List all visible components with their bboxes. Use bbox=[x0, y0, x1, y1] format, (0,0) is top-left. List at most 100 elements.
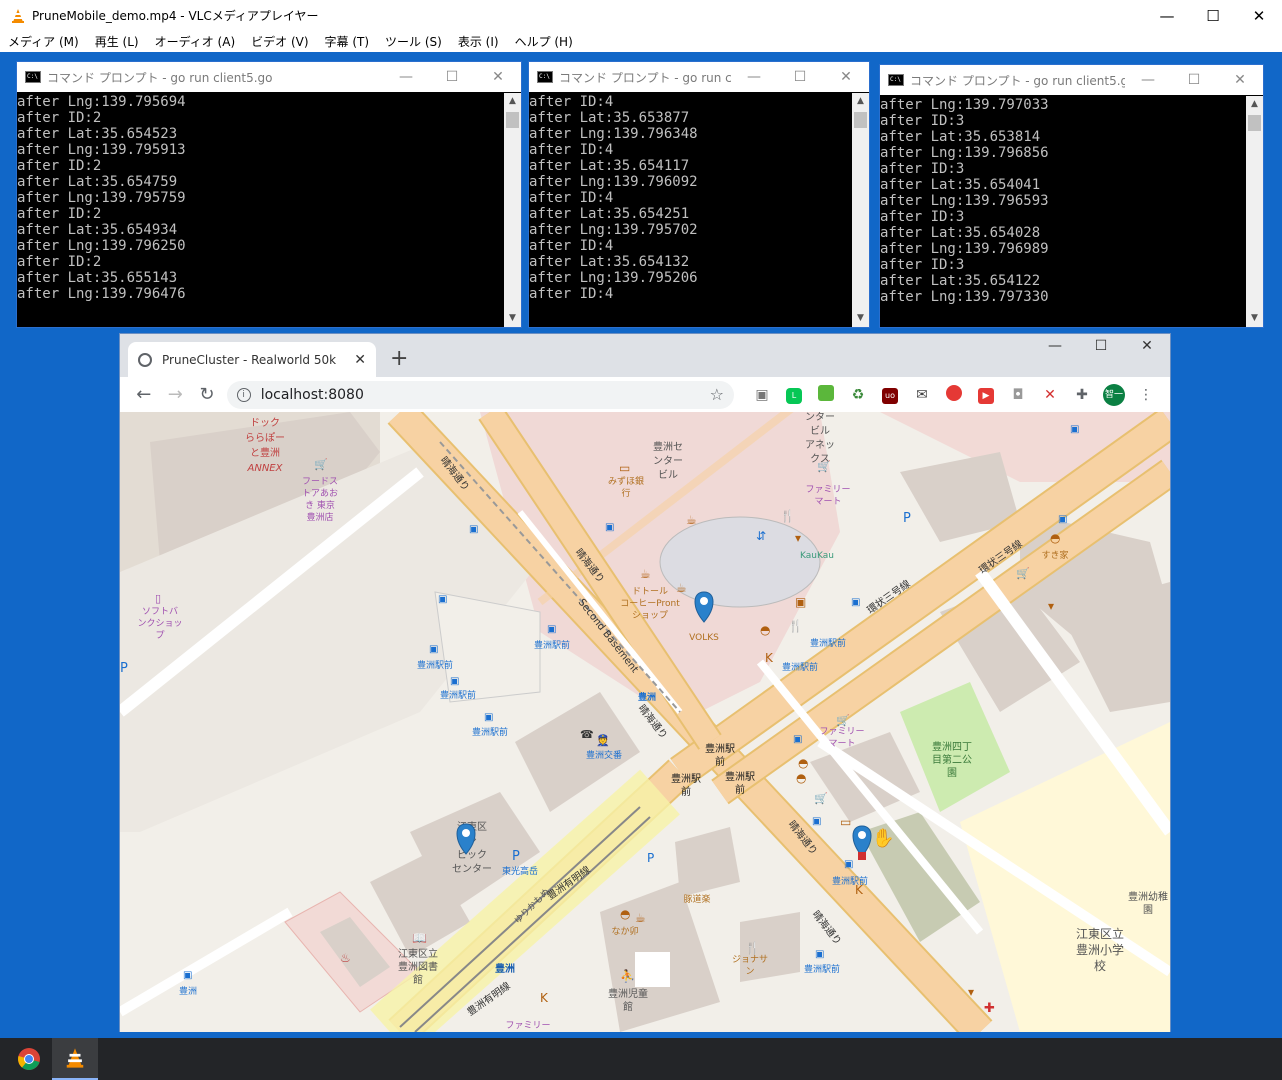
close-icon[interactable]: ✕ bbox=[1217, 72, 1263, 88]
fire-station-icon: ♨ bbox=[340, 951, 351, 965]
menu-help[interactable]: ヘルプ (H) bbox=[515, 33, 573, 50]
parking-icon[interactable]: P bbox=[512, 849, 520, 864]
url-text[interactable]: localhost:8080 bbox=[261, 387, 710, 403]
bus-stop-icon[interactable]: ▣ bbox=[851, 597, 860, 608]
console-output: after Lng:139.797033 after ID:3 after La… bbox=[880, 97, 1049, 305]
menu-playback[interactable]: 再生 (L) bbox=[95, 33, 139, 50]
fastfood-icon: ◓ bbox=[796, 771, 806, 785]
map-view[interactable]: ドックららぽーと豊洲 ANNEX フードストアあおき 東京豊洲店 ソフトバンクショ… bbox=[120, 412, 1170, 1032]
mail-icon[interactable]: ✉ bbox=[906, 387, 938, 403]
maximize-icon[interactable]: ☐ bbox=[1190, 2, 1236, 30]
cast-icon[interactable]: ▣ bbox=[746, 387, 778, 403]
parking-icon[interactable]: P bbox=[647, 851, 654, 865]
bus-stop-icon[interactable]: ▣ bbox=[815, 949, 824, 960]
elevator-icon[interactable]: ⇵ bbox=[756, 529, 766, 543]
menu-media[interactable]: メディア (M) bbox=[8, 33, 79, 50]
menu-tools[interactable]: ツール (S) bbox=[385, 33, 442, 50]
maximize-icon[interactable]: ☐ bbox=[1171, 72, 1217, 88]
vlc-window-title: PruneMobile_demo.mp4 - VLCメディアプレイヤー bbox=[32, 9, 319, 23]
bus-stop-icon[interactable]: ▣ bbox=[812, 816, 821, 827]
parking-icon[interactable]: P bbox=[120, 661, 128, 676]
shopping-cart-icon: 🛒 bbox=[314, 458, 328, 471]
label-bus-stop-1: 豊洲駅前 bbox=[534, 639, 570, 651]
puzzle-icon[interactable]: ✚ bbox=[1066, 387, 1098, 403]
bus-stop-icon[interactable]: ▣ bbox=[547, 624, 556, 635]
camera-icon[interactable]: ◘ bbox=[1002, 387, 1034, 403]
reload-icon[interactable]: ↻ bbox=[191, 384, 223, 405]
bus-stop-icon[interactable]: ▣ bbox=[844, 859, 853, 870]
cafe-icon: ☕ bbox=[635, 911, 646, 925]
minimize-icon[interactable]: — bbox=[1144, 2, 1190, 30]
scrollbar[interactable]: ▲ ▼ bbox=[1246, 96, 1263, 327]
restaurant-icon: 🍴 bbox=[788, 619, 803, 633]
sync-icon[interactable] bbox=[938, 384, 970, 405]
bank-icon: ▭ bbox=[619, 461, 630, 475]
bus-stop-icon[interactable]: ▣ bbox=[450, 676, 459, 687]
bookmark-star-icon[interactable]: ☆ bbox=[710, 385, 724, 404]
x-extension-icon[interactable]: ✕ bbox=[1034, 387, 1066, 403]
bus-stop-icon[interactable]: ▣ bbox=[438, 594, 447, 605]
browser-window: PruneCluster - Realworld 50k ✕ + — ☐ ✕ ←… bbox=[119, 333, 1171, 1032]
menu-view[interactable]: 表示 (I) bbox=[458, 33, 499, 50]
chrome-icon bbox=[18, 1048, 40, 1070]
bus-stop-icon[interactable]: ▣ bbox=[484, 712, 493, 723]
back-arrow-icon[interactable]: ← bbox=[128, 384, 160, 405]
minimize-icon[interactable]: — bbox=[731, 69, 777, 85]
maximize-icon[interactable]: ☐ bbox=[429, 69, 475, 85]
shopping-cart-icon: 🛒 bbox=[814, 792, 828, 805]
minimize-icon[interactable]: — bbox=[1032, 338, 1078, 354]
label-bus-stop-6: 豊洲駅前 bbox=[782, 661, 818, 673]
bus-stop-icon[interactable]: ▣ bbox=[793, 734, 802, 745]
line-icon[interactable]: L bbox=[778, 386, 810, 404]
cinema-icon: ▭ bbox=[840, 815, 851, 829]
avatar[interactable]: 智一 bbox=[1098, 383, 1130, 406]
close-icon[interactable]: ✕ bbox=[1124, 338, 1170, 354]
police-icon: 👮 bbox=[596, 733, 610, 747]
bus-stop-icon[interactable]: ▣ bbox=[429, 644, 438, 655]
hospital-icon: ✚ bbox=[984, 1001, 995, 1016]
restaurant-icon: 🍴 bbox=[780, 509, 795, 523]
recycle-icon[interactable]: ♻ bbox=[842, 387, 874, 403]
vlc-cone-icon bbox=[66, 1048, 84, 1068]
restaurant-icon: 🍴 bbox=[745, 941, 760, 955]
map-canvas[interactable]: ドックららぽーと豊洲 ANNEX フードストアあおき 東京豊洲店 ソフトバンクショ… bbox=[120, 412, 1170, 1032]
close-icon[interactable]: ✕ bbox=[1236, 2, 1282, 30]
chrome-taskbar-button[interactable] bbox=[6, 1038, 52, 1080]
forward-arrow-icon[interactable]: → bbox=[160, 384, 192, 405]
maximize-icon[interactable]: ☐ bbox=[1078, 338, 1124, 354]
close-icon[interactable]: ✕ bbox=[823, 69, 869, 85]
bus-stop-icon[interactable]: ▣ bbox=[469, 524, 478, 535]
ublock-icon[interactable]: uo bbox=[874, 386, 906, 404]
tab-strip: PruneCluster - Realworld 50k ✕ + — ☐ ✕ bbox=[120, 334, 1170, 377]
maximize-icon[interactable]: ☐ bbox=[777, 69, 823, 85]
shopping-cart-icon: 🛒 bbox=[817, 460, 831, 473]
info-icon[interactable]: i bbox=[236, 387, 251, 402]
label-bus-stop-5: 豊洲駅前 bbox=[810, 637, 846, 649]
phone-booth-icon: ☎ bbox=[580, 728, 594, 741]
minimize-icon[interactable]: — bbox=[383, 69, 429, 85]
bus-stop-icon[interactable]: ▣ bbox=[1058, 514, 1067, 525]
label-volks: VOLKS bbox=[689, 633, 719, 643]
bus-stop-icon[interactable]: ▣ bbox=[605, 522, 614, 533]
address-bar[interactable]: i localhost:8080 ☆ bbox=[226, 380, 734, 409]
parking-icon[interactable]: P bbox=[903, 511, 911, 526]
console-window-1: コマンド プロンプト - go run client5.go —☐✕ after … bbox=[16, 61, 522, 328]
close-icon[interactable]: ✕ bbox=[475, 69, 521, 85]
scrollbar[interactable]: ▲ ▼ bbox=[852, 93, 869, 327]
bus-stop-icon[interactable]: ▣ bbox=[183, 970, 192, 981]
menu-video[interactable]: ビデオ (V) bbox=[251, 33, 308, 50]
bus-stop-icon[interactable]: ▣ bbox=[1070, 424, 1079, 435]
scrollbar[interactable]: ▲ ▼ bbox=[504, 93, 521, 327]
menu-subtitle[interactable]: 字幕 (T) bbox=[325, 33, 370, 50]
label-toyosu-station: 豊洲 bbox=[495, 962, 515, 975]
evernote-icon[interactable] bbox=[810, 384, 842, 405]
browser-tab[interactable]: PruneCluster - Realworld 50k ✕ bbox=[128, 342, 376, 377]
new-tab-button[interactable]: + bbox=[390, 346, 408, 371]
label-toyosu-bottom: 豊洲 bbox=[179, 985, 197, 997]
close-tab-icon[interactable]: ✕ bbox=[354, 352, 366, 368]
vlc-taskbar-button[interactable] bbox=[52, 1038, 98, 1080]
more-menu-icon[interactable]: ⋮ bbox=[1130, 387, 1162, 403]
minimize-icon[interactable]: — bbox=[1125, 72, 1171, 88]
menu-audio[interactable]: オーディオ (A) bbox=[155, 33, 236, 50]
forward-icon[interactable]: ▶ bbox=[970, 386, 1002, 404]
